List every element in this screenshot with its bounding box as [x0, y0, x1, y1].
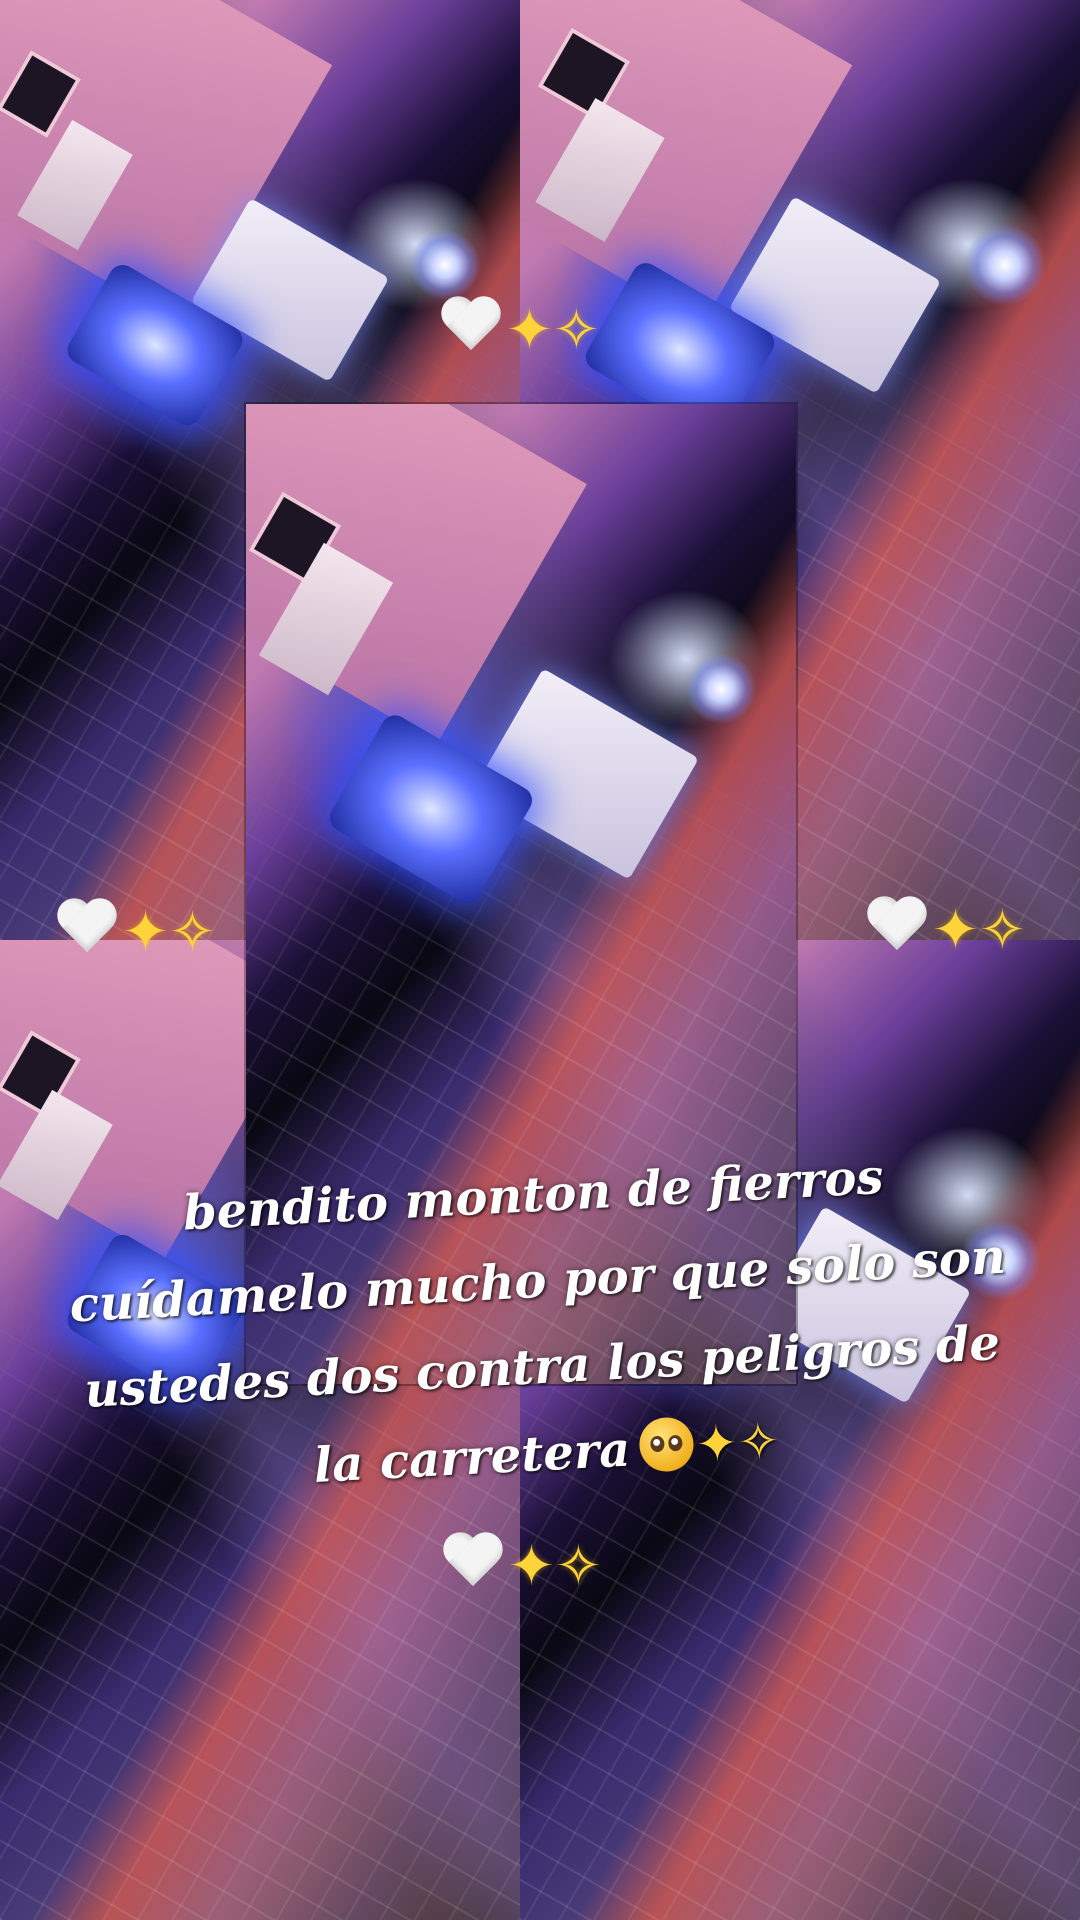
white-heart-icon: [442, 1534, 504, 1590]
caption: bendito monton de fierros cuídamelo much…: [0, 1124, 1080, 1525]
sparkles-icon: ✦✧: [122, 900, 216, 965]
heart-sparkles-left: ✦✧: [56, 900, 216, 965]
sparkles-icon: ✦✧: [932, 898, 1026, 963]
sparkles-icon: ✦✧: [506, 298, 600, 363]
heart-sparkles-right: ✦✧: [866, 898, 1026, 963]
pleading-face-icon: [638, 1416, 696, 1473]
white-heart-icon: [440, 298, 502, 354]
sparkles-icon: ✦✧: [694, 1411, 782, 1474]
white-heart-icon: [56, 900, 118, 956]
sparkles-icon: ✦✧: [508, 1534, 602, 1599]
white-heart-icon: [866, 898, 928, 954]
heart-sparkles-bottom: ✦✧: [442, 1534, 602, 1599]
heart-sparkles-top: ✦✧: [440, 298, 600, 363]
caption-line-4: la carretera: [312, 1421, 632, 1494]
